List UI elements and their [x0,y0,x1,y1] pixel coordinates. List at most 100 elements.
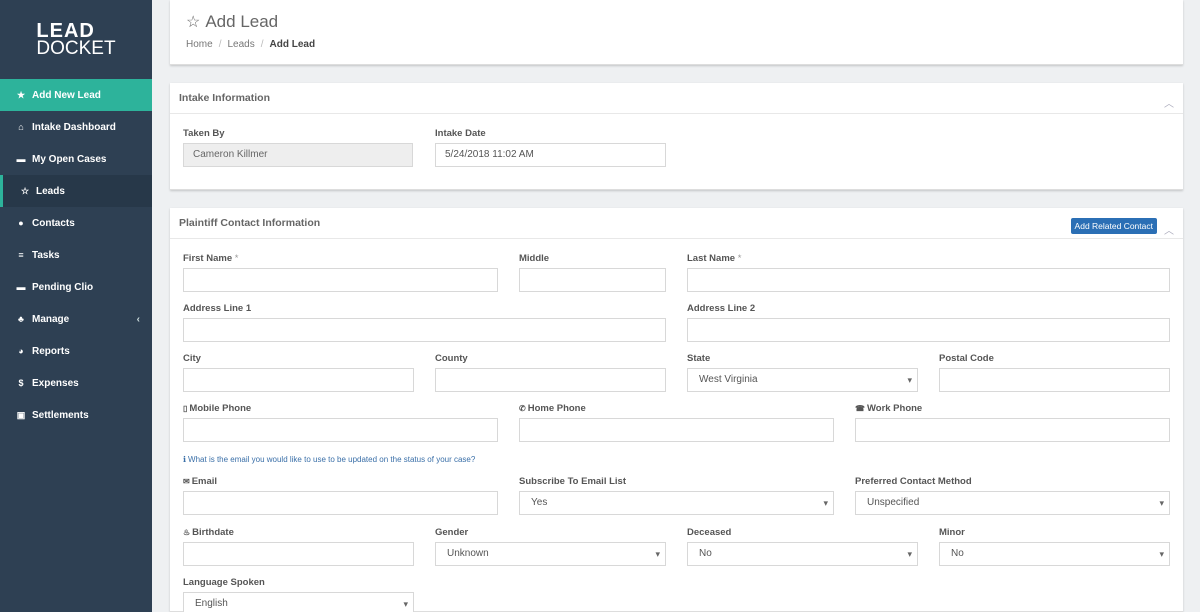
chevron-left-icon: ‹ [136,313,140,325]
language-select[interactable]: English [183,592,414,612]
birthdate-label: ♨ Birthdate [183,527,234,538]
phone-icon: ✆ [519,404,526,413]
address-line-1-label: Address Line 1 [183,303,252,314]
email-hint: ℹ What is the email you would like to use… [183,455,476,464]
preferred-contact-select[interactable]: Unspecified [855,491,1170,515]
sidebar-item-label: Contacts [32,217,75,229]
sidebar: LEAD DOCKET ★ Add New Lead ⌂ Intake Dash… [0,0,152,612]
info-icon: ℹ [183,455,187,464]
home-phone-label: ✆ Home Phone [519,403,586,414]
sidebar-item-label: Leads [36,185,65,197]
page-title-text: Add Lead [205,12,279,31]
state-select[interactable]: West Virginia [687,368,918,392]
sidebar-item-label: My Open Cases [32,153,107,165]
email-field[interactable] [183,491,498,515]
first-name-field[interactable] [183,268,498,292]
email-label: ✉ Email [183,476,218,487]
breadcrumb-home[interactable]: Home [186,39,213,50]
sidebar-item-label: Settlements [32,409,89,421]
birthdate-field[interactable] [183,542,414,566]
sidebar-item-contacts[interactable]: ● Contacts [0,207,152,239]
home-icon: ⌂ [18,122,24,132]
chevron-up-icon[interactable]: ︿ [1164,222,1174,237]
sidebar-item-tasks[interactable]: ≡ Tasks [0,239,152,271]
pie-chart-icon: ◕ [18,346,24,356]
sidebar-item-settlements[interactable]: ▣ Settlements [0,399,152,431]
mobile-phone-field[interactable] [183,418,498,442]
postal-code-label: Postal Code [939,353,994,364]
mobile-phone-label: ▯ Mobile Phone [183,403,252,414]
briefcase-icon: ▬ [16,282,26,292]
language-label: Language Spoken [183,577,265,588]
list-icon: ≡ [18,250,24,260]
sidebar-item-label: Manage [32,313,70,325]
star-outline-icon: ☆ [186,14,201,31]
last-name-label: Last Name * [687,253,742,264]
dollar-icon: $ [18,378,24,388]
briefcase-icon: ▬ [16,154,26,164]
money-icon: ▣ [16,409,26,420]
county-field[interactable] [435,368,666,392]
breadcrumb-leads[interactable]: Leads [227,39,254,50]
deceased-select[interactable]: No [687,542,918,566]
sidebar-item-manage[interactable]: ♣ Manage ‹ [0,303,152,335]
middle-name-field[interactable] [519,268,666,292]
sidebar-item-label: Tasks [32,249,60,261]
logo[interactable]: LEAD DOCKET [0,0,152,80]
subscribe-select[interactable]: Yes [519,491,834,515]
star-icon: ★ [16,89,26,100]
sidebar-item-leads[interactable]: ☆ Leads [0,175,152,207]
county-label: County [435,353,468,364]
address-line-1-field[interactable] [183,318,666,342]
add-related-contact-button[interactable]: Add Related Contact [1070,218,1157,234]
address-line-2-field[interactable] [687,318,1170,342]
sidebar-item-pending-clio[interactable]: ▬ Pending Clio [0,271,152,303]
work-phone-label: ☎ Work Phone [855,403,923,414]
sidebar-item-label: Pending Clio [32,281,94,293]
intake-date-field[interactable]: 5/24/2018 11:02 AM [435,143,666,167]
breadcrumb-current: Add Lead [269,39,316,50]
sidebar-item-intake-dashboard[interactable]: ⌂ Intake Dashboard [0,111,152,143]
gender-label: Gender [435,527,469,538]
deceased-label: Deceased [687,527,732,538]
birthday-cake-icon: ♨ [183,528,191,537]
sidebar-item-label: Reports [32,345,70,357]
section-title: Plaintiff Contact Information [179,217,321,229]
sitemap-icon: ♣ [18,314,24,324]
preferred-contact-label: Preferred Contact Method [855,476,972,487]
page-header: ☆ Add Lead Home / Leads / Add Lead [170,0,1183,65]
intake-date-label: Intake Date [435,128,486,139]
user-icon: ● [18,218,24,228]
home-phone-field[interactable] [519,418,834,442]
minor-label: Minor [939,527,965,538]
taken-by-label: Taken By [183,128,225,139]
star-outline-icon: ☆ [20,185,30,196]
last-name-field[interactable] [687,268,1170,292]
chevron-up-icon[interactable]: ︿ [1164,95,1174,110]
work-phone-field[interactable] [855,418,1170,442]
page-title: ☆ Add Lead [186,12,278,32]
subscribe-label: Subscribe To Email List [519,476,626,487]
section-title: Intake Information [179,92,271,104]
first-name-label: First Name * [183,253,239,264]
logo-bottom: DOCKET [36,38,116,59]
sidebar-item-label: Add New Lead [32,89,101,101]
sidebar-item-my-open-cases[interactable]: ▬ My Open Cases [0,143,152,175]
intake-information-panel: Intake Information ︿ Taken By Cameron Ki… [170,83,1183,190]
city-field[interactable] [183,368,414,392]
mobile-icon: ▯ [183,404,188,413]
state-label: State [687,353,711,364]
gender-select[interactable]: Unknown [435,542,666,566]
sidebar-item-label: Intake Dashboard [32,121,116,133]
envelope-icon: ✉ [183,477,190,486]
sidebar-item-reports[interactable]: ◕ Reports [0,335,152,367]
breadcrumb: Home / Leads / Add Lead [186,39,316,50]
sidebar-item-label: Expenses [32,377,79,389]
taken-by-field: Cameron Killmer [183,143,413,167]
sidebar-item-expenses[interactable]: $ Expenses [0,367,152,399]
plaintiff-contact-panel: Plaintiff Contact Information Add Relate… [170,208,1183,612]
city-label: City [183,353,201,364]
postal-code-field[interactable] [939,368,1170,392]
sidebar-item-add-new-lead[interactable]: ★ Add New Lead [0,79,152,111]
minor-select[interactable]: No [939,542,1170,566]
